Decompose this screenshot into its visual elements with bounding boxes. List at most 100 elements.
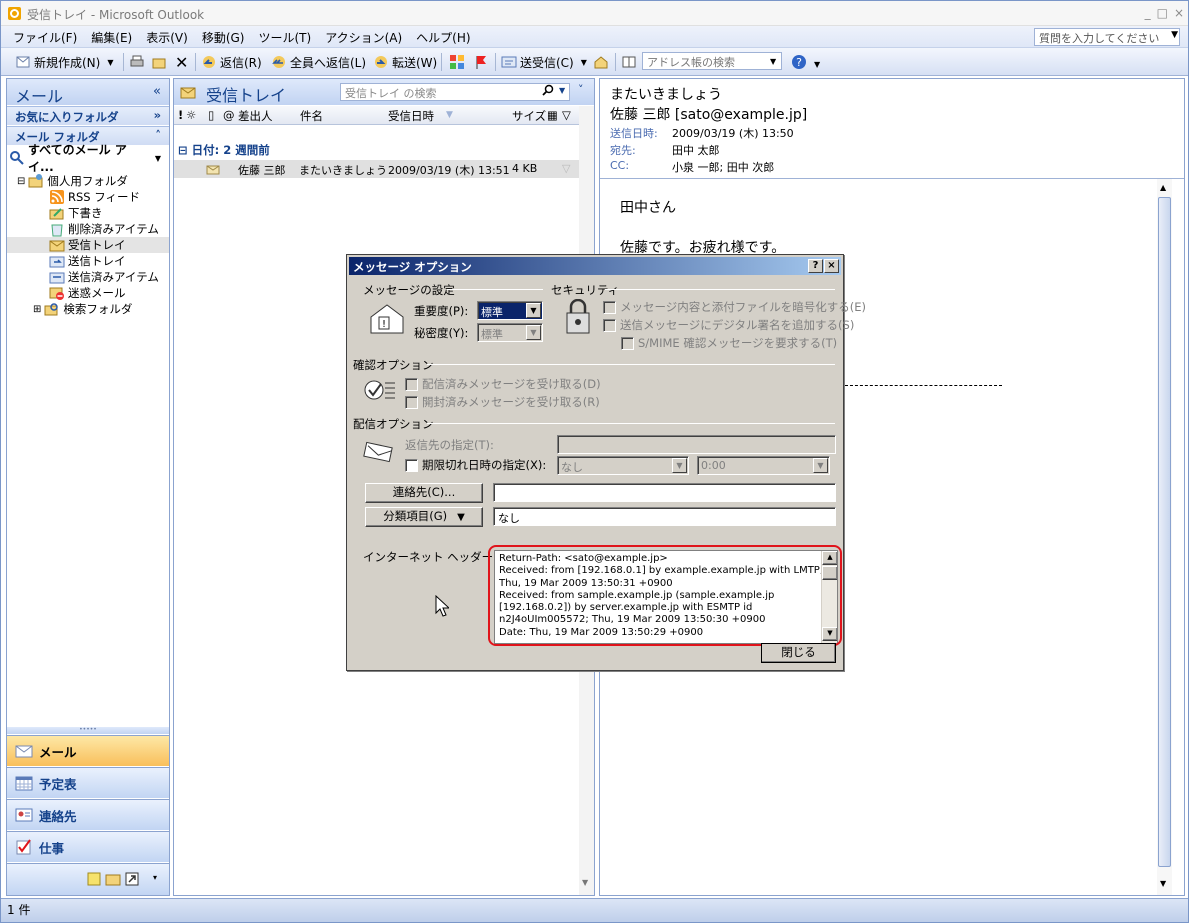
sensitivity-select[interactable]: 標準 ▼ [477,323,543,342]
reminder-column-icon[interactable]: ☼ [186,108,196,122]
chevron-down-icon[interactable]: ▼ [155,154,161,163]
favorites-section[interactable]: お気に入りフォルダ » [7,106,169,125]
flag-column-icon[interactable]: ▽ [562,108,571,122]
all-mail-items-selector[interactable]: すべてのメール アイ... ▼ [9,143,167,174]
new-button[interactable]: 新規作成(N) ▼ [15,52,114,72]
search-options-icon[interactable]: ▼ [559,86,565,95]
to-value[interactable]: 田中 太郎 [672,142,720,158]
search-icon[interactable] [542,84,554,96]
collapse-icon[interactable]: ˄ [155,128,161,142]
scroll-down-arrow-icon[interactable]: ▼ [582,878,588,887]
find-button[interactable] [593,52,609,72]
smime-option[interactable]: S/MIME 確認メッセージを要求する(T) [621,335,837,351]
table-row[interactable]: 佐藤 三郎 またいきましょう 2009/03/19 (木) 13:51 4 KB… [174,160,579,178]
contacts-input[interactable] [493,483,836,502]
help-button[interactable]: ? [791,52,807,72]
tree-item-drafts[interactable]: 下書き [49,205,103,221]
configure-buttons-icon[interactable]: ▾ [153,873,157,882]
group-collapse-icon[interactable]: ⊟ [178,143,188,157]
tree-item-personal-folders[interactable]: ⊟ 個人用フォルダ [17,173,128,189]
dialog-help-button[interactable]: ? [808,259,823,273]
delete-button[interactable]: ✕ [175,52,188,72]
importance-select[interactable]: 標準 ▼ [477,301,543,320]
tree-item-outbox[interactable]: 送信トレイ [49,253,126,269]
shortcuts-icon[interactable] [125,872,139,886]
reading-pane-scrollbar[interactable]: ▲ ▼ [1157,179,1172,895]
tree-item-search-folders[interactable]: ⊞ 検索フォルダ [33,301,132,317]
tree-collapse-icon[interactable]: ⊟ [17,176,25,187]
encrypt-checkbox[interactable] [603,300,616,314]
inbox-search-input[interactable]: 受信トレイ の検索 [340,83,570,101]
ask-dropdown-icon[interactable]: ▼ [1171,30,1178,40]
from-column-header[interactable]: 差出人 [238,108,273,124]
tree-expand-icon[interactable]: ⊞ [33,304,41,315]
menu-go[interactable]: 移動(G) [202,29,245,46]
close-window-button[interactable]: × [1174,6,1184,20]
expand-query-icon[interactable]: ˅ [578,83,584,96]
expand-icon[interactable]: » [154,108,161,122]
menu-tools[interactable]: ツール(T) [258,29,311,46]
icon-column-icon[interactable]: ▯ [208,108,214,122]
category-column-icon[interactable]: ▦ [547,108,558,122]
categories-input[interactable]: なし [493,507,836,526]
tree-item-sent-items[interactable]: 送信済みアイテム [49,269,159,285]
tree-item-rss[interactable]: RSS フィード [49,189,140,205]
print-button[interactable] [129,52,145,72]
received-column-header[interactable]: 受信日時 [388,108,434,124]
tree-item-junk-mail[interactable]: 迷惑メール [49,285,126,301]
scroll-up-arrow-icon[interactable]: ▲ [1160,183,1166,192]
nav-button-contacts[interactable]: 連絡先 [7,799,169,830]
reply-button[interactable]: 返信(R) [201,52,262,72]
notes-icon[interactable] [87,872,101,886]
toolbar-options-icon[interactable]: ▼ [814,60,820,69]
expire-option[interactable]: 期限切れ日時の指定(X): [405,457,546,473]
reply-to-input[interactable] [557,435,836,454]
group-header-two-weeks-ago[interactable]: ⊟ 日付: 2 週間前 [178,142,270,158]
menu-edit[interactable]: 編集(E) [91,29,132,46]
dialog-close-x-button[interactable]: × [824,259,839,273]
menu-file[interactable]: ファイル(F) [13,29,77,46]
expire-time-select[interactable]: 0:00 ▼ [697,456,830,475]
expire-checkbox[interactable] [405,458,418,472]
sign-option[interactable]: 送信メッセージにデジタル署名を追加する(S) [603,317,854,333]
read-receipt-checkbox[interactable] [405,395,418,409]
expire-date-select[interactable]: なし ▼ [557,456,689,475]
tree-item-deleted-items[interactable]: 削除済みアイテム [49,221,159,237]
cc-value[interactable]: 小泉 一郎; 田中 次郎 [672,159,774,175]
read-receipt-option[interactable]: 開封済みメッセージを受け取る(R) [405,394,600,410]
delivery-receipt-option[interactable]: 配信済みメッセージを受け取る(D) [405,376,601,392]
menu-actions[interactable]: アクション(A) [325,29,402,46]
subject-column-header[interactable]: 件名 [300,108,323,124]
scrollbar-thumb[interactable] [1158,197,1171,867]
folder-list-icon[interactable] [105,872,121,886]
collapse-pane-icon[interactable]: « [153,84,161,99]
forward-button[interactable]: 転送(W) [373,52,437,72]
send-receive-button[interactable]: 送受信(C) ▼ [501,52,587,72]
nav-pane-splitter[interactable]: ••••• [7,727,169,734]
digital-signature-checkbox[interactable] [603,318,616,332]
scroll-down-arrow-icon[interactable]: ▼ [1160,879,1166,888]
menu-view[interactable]: 表示(V) [146,29,188,46]
address-book-button[interactable] [621,52,637,72]
tree-item-inbox[interactable]: 受信トレイ [7,237,169,253]
address-book-search-input[interactable]: アドレス帳の検索 [642,52,782,70]
nav-button-tasks[interactable]: 仕事 [7,831,169,862]
smime-receipt-checkbox[interactable] [621,336,634,350]
move-to-folder-button[interactable] [151,52,167,72]
contacts-button[interactable]: 連絡先(C)... [365,483,483,503]
minimize-button[interactable]: _ [1145,6,1151,20]
delivery-receipt-checkbox[interactable] [405,377,418,391]
reply-all-button[interactable]: 全員へ返信(L) [271,52,366,72]
close-button[interactable]: 閉じる [761,643,836,663]
menu-help[interactable]: ヘルプ(H) [416,29,470,46]
importance-column-icon[interactable]: ! [178,108,183,122]
chevron-down-icon[interactable]: ▼ [581,58,587,67]
categorize-button[interactable] [449,52,465,72]
attachment-column-icon[interactable]: @ [223,108,235,122]
size-column-header[interactable]: サイズ [512,108,546,124]
encrypt-option[interactable]: メッセージ内容と添付ファイルを暗号化する(E) [603,299,866,315]
message-sender[interactable]: 佐藤 三郎 [sato@example.jp] [610,104,807,124]
chevron-down-icon[interactable]: ▼ [107,58,113,67]
nav-button-calendar[interactable]: 予定表 [7,767,169,798]
nav-button-mail[interactable]: メール [7,735,169,766]
